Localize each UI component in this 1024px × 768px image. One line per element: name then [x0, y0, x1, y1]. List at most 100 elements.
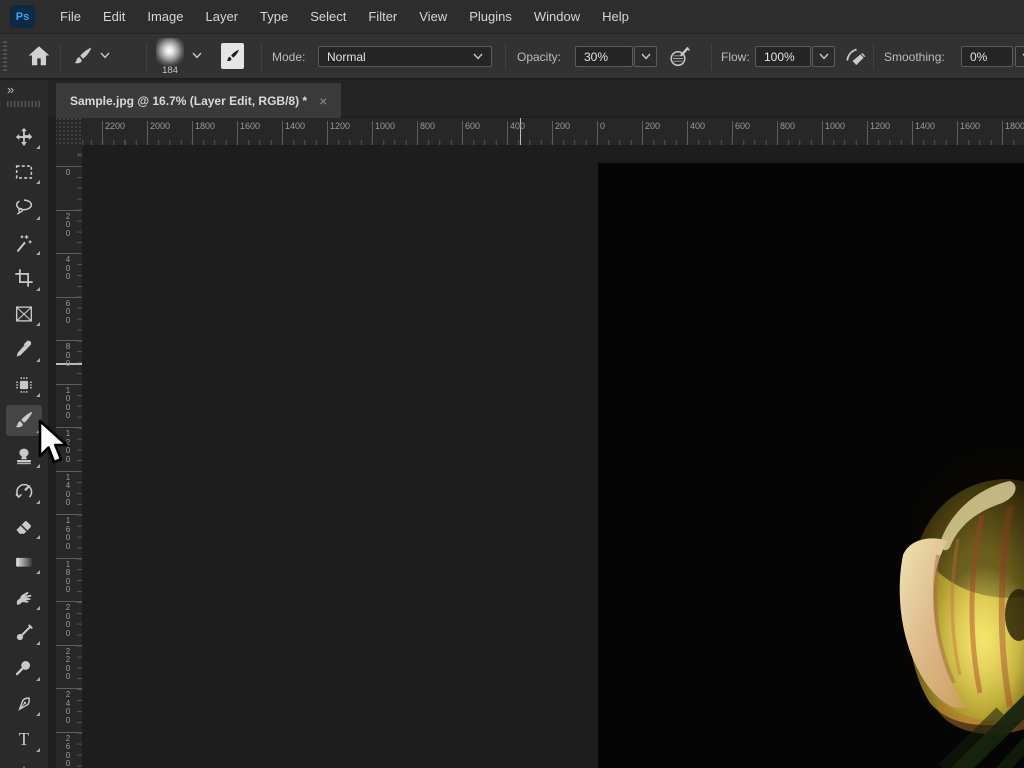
- crop-tool-icon: [13, 267, 35, 289]
- menu-item-select[interactable]: Select: [299, 1, 357, 32]
- flow-chevron[interactable]: [812, 46, 835, 67]
- ruler-major-tick: [147, 121, 148, 145]
- magic-wand-tool[interactable]: [6, 227, 42, 258]
- pressure-opacity-icon: [667, 45, 693, 69]
- menu-item-edit[interactable]: Edit: [92, 1, 136, 32]
- chevron-down-icon: [819, 53, 829, 60]
- crop-tool[interactable]: [6, 263, 42, 294]
- panel-collapse-button[interactable]: »: [7, 82, 13, 97]
- ruler-label: 1600: [56, 517, 80, 551]
- ruler-label: 800: [420, 121, 435, 131]
- ruler-origin-corner[interactable]: [56, 118, 82, 145]
- pasteboard[interactable]: [82, 145, 1024, 768]
- menu-item-help[interactable]: Help: [591, 1, 640, 32]
- history-brush-tool[interactable]: [6, 476, 42, 507]
- lasso-tool[interactable]: [6, 192, 42, 223]
- ruler-label: 600: [465, 121, 480, 131]
- menu-item-filter[interactable]: Filter: [357, 1, 408, 32]
- brush-tool-icon: [13, 409, 35, 431]
- panel-grip[interactable]: [7, 101, 41, 107]
- gradient-tool[interactable]: [6, 546, 42, 577]
- mode-value: Normal: [327, 50, 366, 64]
- frame-tool[interactable]: [6, 298, 42, 329]
- ruler-vertical[interactable]: 0200400600800100012001400160018002000220…: [56, 145, 82, 768]
- canvas-image[interactable]: [598, 163, 1024, 768]
- menu-item-window[interactable]: Window: [523, 1, 591, 32]
- type-tool-icon: T: [13, 728, 35, 750]
- svg-text:T: T: [19, 729, 30, 749]
- move-tool[interactable]: [6, 121, 42, 152]
- airbrush-icon: [842, 45, 868, 69]
- menu-item-file[interactable]: File: [49, 1, 92, 32]
- mode-dropdown[interactable]: Normal: [318, 46, 492, 67]
- opacity-field[interactable]: 30%: [575, 46, 633, 67]
- history-brush-tool-icon: [13, 480, 35, 502]
- healing-brush-tool[interactable]: [6, 369, 42, 400]
- tool-preset-chevron[interactable]: [100, 52, 110, 59]
- ruler-major-tick: [56, 297, 82, 298]
- rectangular-marquee-tool[interactable]: [6, 156, 42, 187]
- ruler-major-tick: [372, 121, 373, 145]
- ruler-label: 0: [600, 121, 605, 131]
- menu-item-view[interactable]: View: [408, 1, 458, 32]
- ruler-label: 400: [690, 121, 705, 131]
- smoothing-field[interactable]: 0%: [961, 46, 1013, 67]
- burn-tool[interactable]: [6, 617, 42, 648]
- ruler-major-tick: [56, 340, 82, 341]
- ruler-major-tick: [102, 121, 103, 145]
- healing-brush-tool-icon: [13, 374, 35, 396]
- photoshop-window: Ps FileEditImageLayerTypeSelectFilterVie…: [0, 0, 1024, 768]
- ruler-label: 1200: [56, 430, 80, 464]
- brush-icon: [72, 45, 94, 67]
- pen-tool[interactable]: [6, 688, 42, 719]
- dodge-tool[interactable]: [6, 653, 42, 684]
- ruler-major-tick: [56, 427, 82, 428]
- ruler-label: 1800: [1005, 121, 1024, 131]
- pen-tool-icon: [13, 693, 35, 715]
- toggle-brush-settings-button[interactable]: [221, 43, 244, 69]
- path-selection-tool[interactable]: [6, 759, 42, 768]
- ruler-major-tick: [462, 121, 463, 145]
- flow-field[interactable]: 100%: [755, 46, 811, 67]
- brush-tool[interactable]: [6, 405, 42, 436]
- menu-item-layer[interactable]: Layer: [195, 1, 250, 32]
- burn-tool-icon: [13, 622, 35, 644]
- opacity-chevron[interactable]: [634, 46, 657, 67]
- smudge-tool-icon: [13, 586, 35, 608]
- tab-close-icon[interactable]: ×: [319, 94, 327, 108]
- ruler-major-tick: [552, 121, 553, 145]
- chevron-down-icon: [100, 52, 110, 59]
- ruler-major-tick: [687, 121, 688, 145]
- mode-label: Mode:: [272, 50, 305, 64]
- eyedropper-tool-icon: [13, 338, 35, 360]
- clone-stamp-tool[interactable]: [6, 440, 42, 471]
- brush-preset-picker[interactable]: [156, 38, 184, 66]
- eraser-tool[interactable]: [6, 511, 42, 542]
- options-bar-grip[interactable]: [3, 41, 7, 71]
- ruler-label: 800: [56, 343, 80, 369]
- menu-item-plugins[interactable]: Plugins: [458, 1, 523, 32]
- smudge-tool[interactable]: [6, 582, 42, 613]
- document-tab[interactable]: Sample.jpg @ 16.7% (Layer Edit, RGB/8) *…: [56, 83, 341, 118]
- ruler-horizontal[interactable]: 2200200018001600140012001000800600400200…: [82, 118, 1024, 145]
- ruler-major-tick: [56, 166, 82, 167]
- home-button[interactable]: [26, 43, 52, 69]
- ruler-label: 2000: [150, 121, 170, 131]
- rectangular-marquee-tool-icon: [13, 161, 35, 183]
- airbrush-button[interactable]: [842, 45, 868, 69]
- brush-preset-chevron[interactable]: [192, 52, 202, 59]
- ruler-major-tick: [327, 121, 328, 145]
- opacity-label: Opacity:: [517, 50, 561, 64]
- ruler-major-tick: [56, 688, 82, 689]
- ruler-major-tick: [732, 121, 733, 145]
- opacity-value: 30%: [584, 50, 608, 64]
- type-tool[interactable]: T: [6, 724, 42, 755]
- smoothing-chevron[interactable]: [1015, 46, 1024, 67]
- ruler-label: 400: [510, 121, 525, 131]
- menu-item-type[interactable]: Type: [249, 1, 299, 32]
- tool-preset-button[interactable]: [72, 45, 94, 67]
- ruler-label: 400: [56, 256, 80, 282]
- menu-item-image[interactable]: Image: [136, 1, 194, 32]
- eyedropper-tool[interactable]: [6, 334, 42, 365]
- pressure-opacity-button[interactable]: [667, 45, 693, 69]
